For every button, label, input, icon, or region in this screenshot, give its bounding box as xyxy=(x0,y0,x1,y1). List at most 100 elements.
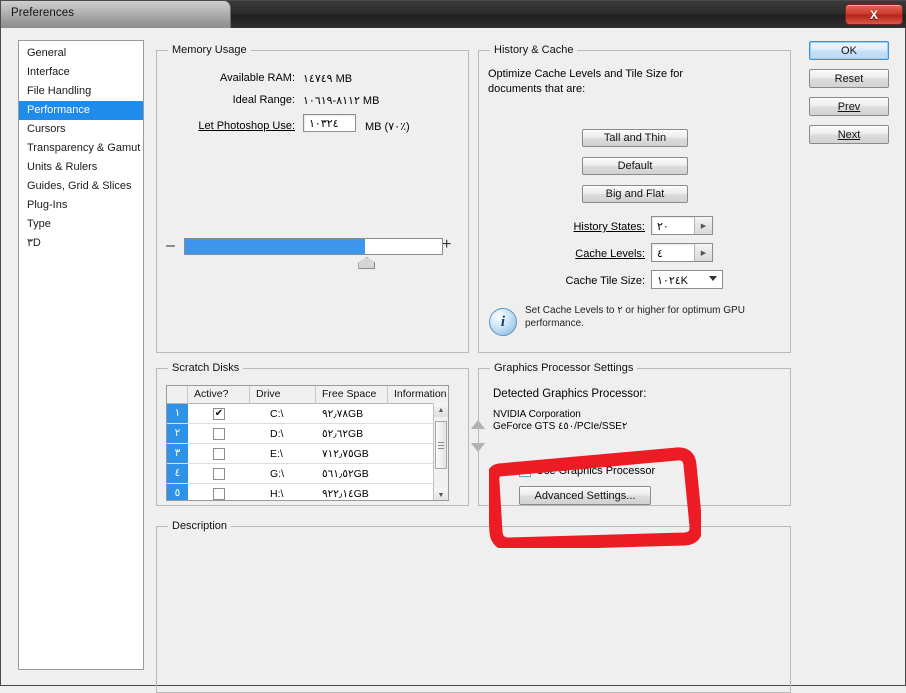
cache-tile-size-dropdown[interactable]: ١٠٢٤K xyxy=(651,270,723,289)
memory-usage-label: Memory Usage xyxy=(168,44,251,56)
memory-unit-suffix: MB (٧٠٪) xyxy=(365,121,410,133)
detected-gpu-label: Detected Graphics Processor: xyxy=(493,388,647,400)
row-free-space: ٥٦١٫٥٢GB xyxy=(322,467,369,480)
gpu-vendor: NVIDIA Corporation xyxy=(493,409,581,420)
row-free-space: ٩٢٫٧٨GB xyxy=(322,407,364,420)
scrollbar-thumb[interactable] xyxy=(435,421,447,469)
prev-button-label: Prev xyxy=(837,100,861,113)
scratch-disks-table[interactable]: Active? Drive Free Space Information ١ ✔… xyxy=(166,385,449,501)
checkbox-icon[interactable]: ✔ xyxy=(519,465,531,477)
checkbox-icon[interactable]: ✔ xyxy=(213,407,225,420)
row-drive: H:\ xyxy=(270,487,284,500)
col-header-information[interactable]: Information xyxy=(388,386,448,403)
scroll-down-icon[interactable]: ▼ xyxy=(434,488,448,500)
row-active-cell[interactable] xyxy=(188,487,250,500)
scroll-up-icon[interactable]: ▲ xyxy=(434,403,448,417)
cache-levels-value: ٤ xyxy=(657,248,663,260)
col-header-index xyxy=(167,386,188,403)
history-states-label: History States: xyxy=(511,221,645,233)
description-label: Description xyxy=(168,520,232,532)
sidebar-item-plug-ins[interactable]: Plug-Ins xyxy=(19,196,143,215)
prev-button[interactable]: Prev xyxy=(809,97,889,116)
table-row[interactable]: ١ ✔ C:\ ٩٢٫٧٨GB xyxy=(167,404,448,424)
memory-slider[interactable] xyxy=(184,238,443,255)
sidebar-item-transparency[interactable]: Transparency & Gamut xyxy=(19,139,143,158)
dialog-body: General Interface File Handling Performa… xyxy=(1,28,905,693)
ok-button[interactable]: OK xyxy=(809,41,889,60)
sidebar-item-interface[interactable]: Interface xyxy=(19,63,143,82)
default-button[interactable]: Default xyxy=(582,157,688,175)
table-header-row: Active? Drive Free Space Information xyxy=(167,386,448,404)
row-index: ٣ xyxy=(167,444,188,463)
row-drive: C:\ xyxy=(270,407,284,420)
reset-button[interactable]: Reset xyxy=(809,69,889,88)
row-index: ٥ xyxy=(167,484,188,500)
tall-and-thin-button[interactable]: Tall and Thin xyxy=(582,129,688,147)
chevron-right-icon[interactable]: ▶ xyxy=(694,217,712,234)
history-states-stepper[interactable]: ٢٠ ▶ xyxy=(651,216,713,235)
row-active-cell[interactable] xyxy=(188,427,250,440)
sidebar-item-guides-grid[interactable]: Guides, Grid & Slices xyxy=(19,177,143,196)
gpu-cache-hint-text: Set Cache Levels to ٢ or higher for opti… xyxy=(525,305,745,329)
table-row[interactable]: ٢ D:\ ٥٢٫٦٢GB xyxy=(167,424,448,444)
cache-levels-stepper[interactable]: ٤ ▶ xyxy=(651,243,713,262)
row-index: ٤ xyxy=(167,464,188,483)
available-ram-label: Available RAM: xyxy=(220,72,295,84)
history-states-value: ٢٠ xyxy=(657,221,669,233)
sidebar-item-3d[interactable]: ٣D xyxy=(19,234,143,253)
ideal-range-label: Ideal Range: xyxy=(232,94,295,106)
row-active-cell[interactable] xyxy=(188,467,250,480)
ideal-range-value: ٨١١٢-١٠٦١٩ MB xyxy=(303,95,380,107)
row-index: ١ xyxy=(167,404,188,423)
preferences-dialog: Preferences X General Interface File Han… xyxy=(0,0,906,693)
col-header-active[interactable]: Active? xyxy=(188,386,250,403)
table-row[interactable]: ٣ E:\ ٧١٢٫٧٥GB xyxy=(167,444,448,464)
col-header-drive[interactable]: Drive xyxy=(250,386,316,403)
row-index: ٢ xyxy=(167,424,188,443)
checkbox-icon[interactable] xyxy=(213,487,225,500)
col-header-free-space[interactable]: Free Space xyxy=(316,386,388,403)
use-graphics-processor-label: Use Graphics Processor xyxy=(536,465,656,477)
row-active-cell[interactable] xyxy=(188,447,250,460)
big-and-flat-button[interactable]: Big and Flat xyxy=(582,185,688,203)
row-free-space: ٩٢٢٫١٤GB xyxy=(322,487,369,500)
gpu-model: GeForce GTS ٤٥٠/PCIe/SSE٢ xyxy=(493,421,628,432)
row-active-cell[interactable]: ✔ xyxy=(188,407,250,420)
cache-levels-label: Cache Levels: xyxy=(511,248,645,260)
let-photoshop-use-label: Let Photoshop Use: xyxy=(198,120,295,132)
table-row[interactable]: ٥ H:\ ٩٢٢٫١٤GB xyxy=(167,484,448,500)
sidebar-item-units-rulers[interactable]: Units & Rulers xyxy=(19,158,143,177)
optimize-text-line2: documents that are: xyxy=(488,83,586,95)
available-ram-value: ١٤٧٤٩ MB xyxy=(303,73,353,85)
next-button[interactable]: Next xyxy=(809,125,889,144)
info-icon: i xyxy=(489,308,517,336)
row-free-space: ٧١٢٫٧٥GB xyxy=(322,447,369,460)
use-graphics-processor-checkbox[interactable]: ✔ Use Graphics Processor xyxy=(519,465,655,477)
advanced-settings-button[interactable]: Advanced Settings... xyxy=(519,486,651,505)
sidebar-item-file-handling[interactable]: File Handling xyxy=(19,82,143,101)
table-row[interactable]: ٤ G:\ ٥٦١٫٥٢GB xyxy=(167,464,448,484)
checkbox-icon[interactable] xyxy=(213,467,225,480)
sidebar-item-type[interactable]: Type xyxy=(19,215,143,234)
chevron-down-icon[interactable] xyxy=(709,276,717,281)
table-scrollbar[interactable]: ▲ ▼ xyxy=(433,403,448,500)
slider-increase-icon[interactable]: + xyxy=(442,237,451,253)
let-photoshop-use-input[interactable]: ١٠٣٢٤ xyxy=(303,114,356,132)
checkbox-icon[interactable] xyxy=(213,427,225,440)
cache-tile-size-value: ١٠٢٤K xyxy=(657,275,688,287)
sidebar-item-cursors[interactable]: Cursors xyxy=(19,120,143,139)
memory-slider-fill xyxy=(185,239,365,254)
row-drive: G:\ xyxy=(270,467,285,480)
chevron-right-icon[interactable]: ▶ xyxy=(694,244,712,261)
preferences-category-list[interactable]: General Interface File Handling Performa… xyxy=(18,40,144,670)
sidebar-item-performance[interactable]: Performance xyxy=(19,101,143,120)
sidebar-item-general[interactable]: General xyxy=(19,44,143,63)
scratch-disks-label: Scratch Disks xyxy=(168,362,244,374)
slider-decrease-icon[interactable]: – xyxy=(166,238,175,254)
description-group: Description xyxy=(156,520,791,693)
cache-tile-size-label: Cache Tile Size: xyxy=(501,275,645,287)
close-icon[interactable]: X xyxy=(845,4,903,25)
title-tab: Preferences xyxy=(1,1,231,28)
title-bar: Preferences X xyxy=(1,1,906,29)
checkbox-icon[interactable] xyxy=(213,447,225,460)
